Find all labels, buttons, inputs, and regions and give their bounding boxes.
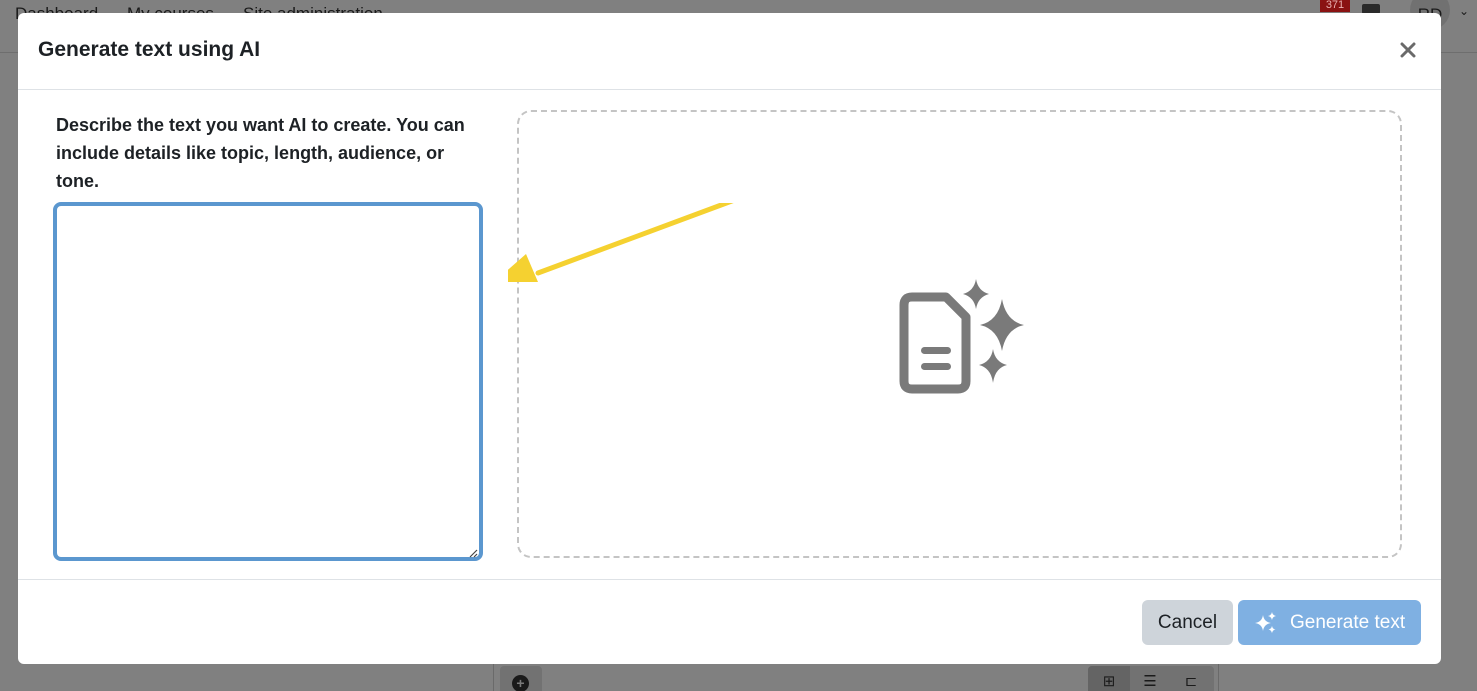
generate-text-label: Generate text [1290, 611, 1406, 633]
background-add-button: + [500, 666, 542, 691]
generate-text-button[interactable]: Generate text [1238, 600, 1421, 645]
generated-text-preview [517, 110, 1402, 558]
cancel-button[interactable]: Cancel [1142, 600, 1233, 645]
plus-circle-icon: + [512, 675, 529, 691]
generate-text-modal: Generate text using AI Describe the text… [18, 13, 1441, 664]
sparkles-icon [1255, 611, 1276, 633]
grid-view-icon: ⊞ [1102, 673, 1116, 690]
prompt-input[interactable] [53, 202, 483, 561]
file-sparkles-icon [899, 279, 1024, 394]
annotation-arrow [508, 203, 734, 282]
modal-footer: Cancel Generate text [18, 579, 1441, 664]
list-view-icon: ☰ [1143, 673, 1157, 690]
modal-header: Generate text using AI [18, 13, 1441, 90]
close-icon [1400, 42, 1416, 58]
chevron-down-icon: ⌄ [1459, 4, 1470, 18]
prompt-label: Describe the text you want AI to create.… [56, 115, 465, 191]
close-button[interactable] [1394, 36, 1422, 64]
modal-title: Generate text using AI [38, 38, 261, 61]
background-view-switcher: ⊞ ☰ ⊏ [1088, 666, 1214, 691]
notification-badge: 371 [1320, 0, 1350, 12]
tree-view-icon: ⊏ [1184, 673, 1198, 690]
resize-handle-icon[interactable] [468, 548, 478, 558]
